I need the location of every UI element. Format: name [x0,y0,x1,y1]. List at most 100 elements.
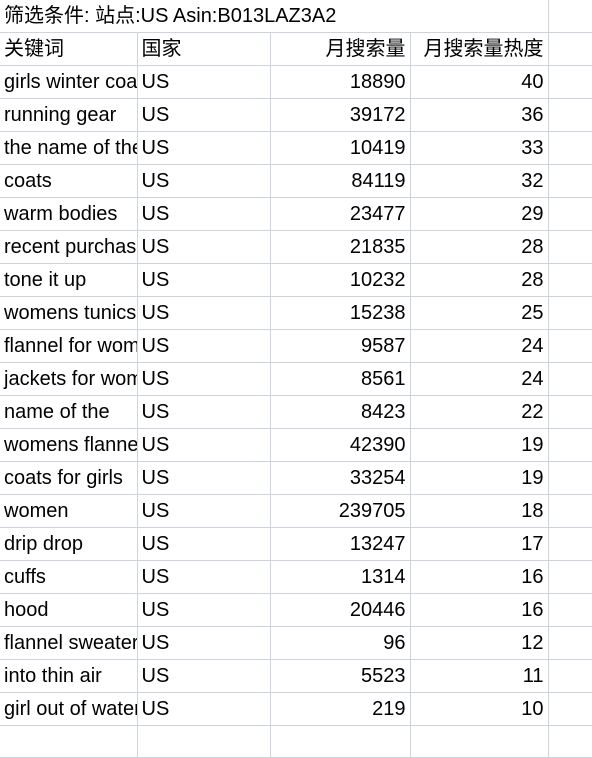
cell-blank[interactable] [548,230,592,264]
empty-cell-country[interactable] [137,725,271,758]
cell-blank[interactable] [548,164,592,198]
cell-blank[interactable] [548,494,592,528]
cell-blank[interactable] [548,395,592,429]
cell-volume[interactable]: 20446 [270,593,411,627]
cell-volume[interactable]: 23477 [270,197,411,231]
cell-keyword[interactable]: womens tunics [0,296,138,330]
cell-country[interactable]: US [137,692,271,726]
cell-volume[interactable]: 8423 [270,395,411,429]
cell-volume[interactable]: 10232 [270,263,411,297]
cell-country[interactable]: US [137,593,271,627]
empty-cell-heat[interactable] [410,725,549,758]
cell-volume[interactable]: 33254 [270,461,411,495]
title-row-blank-cell[interactable] [548,0,592,33]
cell-country[interactable]: US [137,263,271,297]
cell-blank[interactable] [548,197,592,231]
cell-country[interactable]: US [137,296,271,330]
cell-country[interactable]: US [137,659,271,693]
cell-heat[interactable]: 28 [410,230,549,264]
cell-heat[interactable]: 11 [410,659,549,693]
cell-volume[interactable]: 96 [270,626,411,660]
cell-heat[interactable]: 33 [410,131,549,165]
cell-heat[interactable]: 24 [410,362,549,396]
cell-blank[interactable] [548,296,592,330]
cell-country[interactable]: US [137,461,271,495]
cell-blank[interactable] [548,461,592,495]
spreadsheet-grid[interactable]: 筛选条件: 站点:US Asin:B013LAZ3A2 关键词 国家 月搜索量 月搜索… [0,0,592,758]
cell-keyword[interactable]: name of the [0,395,138,429]
cell-blank[interactable] [548,428,592,462]
cell-blank[interactable] [548,98,592,132]
cell-volume[interactable]: 219 [270,692,411,726]
cell-blank[interactable] [548,263,592,297]
cell-heat[interactable]: 19 [410,461,549,495]
cell-blank[interactable] [548,65,592,99]
column-header-country[interactable]: 国家 [137,32,271,66]
cell-country[interactable]: US [137,329,271,363]
column-header-keyword[interactable]: 关键词 [0,32,138,66]
column-header-volume[interactable]: 月搜索量 [270,32,411,66]
cell-heat[interactable]: 22 [410,395,549,429]
cell-blank[interactable] [548,329,592,363]
cell-keyword[interactable]: recent purchases [0,230,138,264]
cell-volume[interactable]: 42390 [270,428,411,462]
cell-keyword[interactable]: the name of the [0,131,138,165]
cell-volume[interactable]: 1314 [270,560,411,594]
cell-volume[interactable]: 8561 [270,362,411,396]
cell-blank[interactable] [548,527,592,561]
cell-country[interactable]: US [137,560,271,594]
filter-condition-cell[interactable]: 筛选条件: 站点:US Asin:B013LAZ3A2 [0,0,549,33]
cell-heat[interactable]: 10 [410,692,549,726]
empty-cell-volume[interactable] [270,725,411,758]
cell-volume[interactable]: 39172 [270,98,411,132]
cell-blank[interactable] [548,560,592,594]
cell-country[interactable]: US [137,65,271,99]
cell-volume[interactable]: 10419 [270,131,411,165]
empty-cell-blank[interactable] [548,725,592,758]
cell-volume[interactable]: 5523 [270,659,411,693]
cell-blank[interactable] [548,692,592,726]
column-header-blank[interactable] [548,32,592,66]
cell-heat[interactable]: 16 [410,560,549,594]
cell-heat[interactable]: 24 [410,329,549,363]
cell-keyword[interactable]: flannel for women [0,329,138,363]
cell-keyword[interactable]: cuffs [0,560,138,594]
cell-country[interactable]: US [137,197,271,231]
cell-country[interactable]: US [137,527,271,561]
cell-heat[interactable]: 17 [410,527,549,561]
cell-country[interactable]: US [137,164,271,198]
cell-country[interactable]: US [137,131,271,165]
cell-volume[interactable]: 21835 [270,230,411,264]
cell-heat[interactable]: 29 [410,197,549,231]
cell-keyword[interactable]: womens flannel [0,428,138,462]
cell-country[interactable]: US [137,98,271,132]
cell-volume[interactable]: 239705 [270,494,411,528]
cell-keyword[interactable]: coats [0,164,138,198]
cell-country[interactable]: US [137,230,271,264]
cell-keyword[interactable]: running gear [0,98,138,132]
cell-volume[interactable]: 13247 [270,527,411,561]
cell-keyword[interactable]: into thin air [0,659,138,693]
cell-heat[interactable]: 19 [410,428,549,462]
cell-keyword[interactable]: hood [0,593,138,627]
cell-volume[interactable]: 18890 [270,65,411,99]
cell-keyword[interactable]: girls winter coats [0,65,138,99]
cell-blank[interactable] [548,131,592,165]
cell-heat[interactable]: 40 [410,65,549,99]
cell-volume[interactable]: 15238 [270,296,411,330]
cell-blank[interactable] [548,362,592,396]
cell-keyword[interactable]: tone it up [0,263,138,297]
cell-blank[interactable] [548,593,592,627]
column-header-heat[interactable]: 月搜索量热度 [410,32,549,66]
cell-volume[interactable]: 84119 [270,164,411,198]
cell-heat[interactable]: 28 [410,263,549,297]
cell-country[interactable]: US [137,362,271,396]
cell-keyword[interactable]: women [0,494,138,528]
cell-heat[interactable]: 16 [410,593,549,627]
cell-heat[interactable]: 25 [410,296,549,330]
cell-keyword[interactable]: jackets for women [0,362,138,396]
cell-heat[interactable]: 12 [410,626,549,660]
cell-heat[interactable]: 32 [410,164,549,198]
cell-keyword[interactable]: coats for girls [0,461,138,495]
cell-heat[interactable]: 18 [410,494,549,528]
